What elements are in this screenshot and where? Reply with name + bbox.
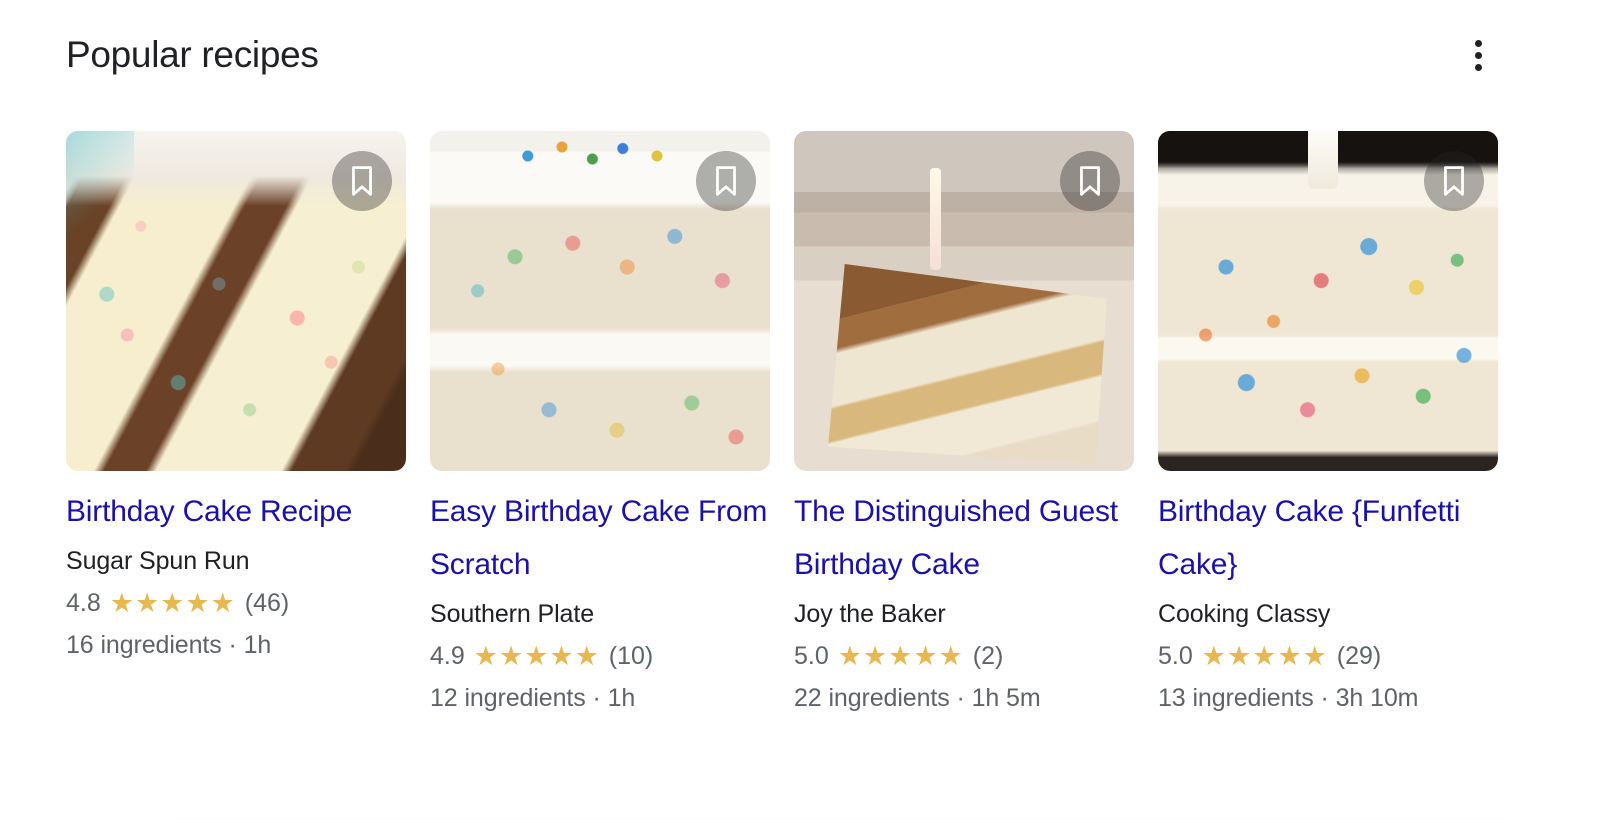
recipe-card[interactable]: Easy Birthday Cake From Scratch Southern…: [430, 131, 770, 715]
rating-count: (2): [972, 642, 1004, 670]
star-rating-icon: ★★★★★: [1201, 640, 1328, 671]
recipe-title-link[interactable]: Easy Birthday Cake From Scratch: [430, 485, 770, 591]
bookmark-icon[interactable]: [696, 151, 756, 211]
recipe-title-link[interactable]: The Distinguished Guest Birthday Cake: [794, 485, 1134, 591]
star-rating-icon: ★★★★★: [109, 587, 236, 618]
recipe-meta: 12 ingredients · 1h: [430, 684, 636, 712]
rating-count: (29): [1336, 642, 1382, 670]
rating-row: 4.9 ★★★★★ (10): [430, 640, 770, 672]
star-rating-icon: ★★★★★: [837, 640, 964, 671]
rating-row: 5.0 ★★★★★ (29): [1158, 640, 1498, 672]
rating-row: 4.8 ★★★★★ (46): [66, 587, 406, 619]
recipe-meta: 13 ingredients · 3h 10m: [1158, 684, 1419, 712]
rating-value: 4.8: [66, 589, 101, 617]
star-rating-icon: ★★★★★: [473, 640, 600, 671]
panel-header: Popular recipes: [0, 0, 1600, 110]
recipe-thumbnail[interactable]: [1158, 131, 1498, 471]
bookmark-icon[interactable]: [1060, 151, 1120, 211]
recipe-card-body: Birthday Cake {Funfetti Cake} Cooking Cl…: [1158, 471, 1498, 715]
dot: [1474, 63, 1482, 71]
rating-row: 5.0 ★★★★★ (2): [794, 640, 1134, 672]
recipe-thumbnail[interactable]: [66, 131, 406, 471]
bookmark-icon[interactable]: [332, 151, 392, 211]
recipe-meta: 22 ingredients · 1h 5m: [794, 684, 1041, 712]
page-title: Popular recipes: [66, 34, 319, 75]
recipe-card[interactable]: Birthday Cake {Funfetti Cake} Cooking Cl…: [1158, 131, 1498, 715]
recipe-source: Joy the Baker: [794, 600, 946, 628]
recipe-source: Sugar Spun Run: [66, 547, 250, 575]
recipe-card-body: Easy Birthday Cake From Scratch Southern…: [430, 471, 770, 715]
recipe-title-link[interactable]: Birthday Cake Recipe: [66, 485, 406, 538]
recipe-title-link[interactable]: Birthday Cake {Funfetti Cake}: [1158, 485, 1498, 591]
rating-value: 5.0: [1158, 642, 1193, 670]
popular-recipes-panel: Popular recipes Birthday Cake Recipe Sug…: [0, 0, 1600, 823]
bottom-divider: [170, 818, 1510, 819]
dot: [1474, 51, 1482, 59]
rating-count: (10): [608, 642, 654, 670]
rating-value: 4.9: [430, 642, 465, 670]
recipe-card[interactable]: The Distinguished Guest Birthday Cake Jo…: [794, 131, 1134, 715]
recipe-meta: 16 ingredients · 1h: [66, 631, 272, 659]
rating-count: (46): [244, 589, 290, 617]
bookmark-icon[interactable]: [1424, 151, 1484, 211]
more-options-icon[interactable]: [1456, 33, 1500, 77]
recipe-card-body: The Distinguished Guest Birthday Cake Jo…: [794, 471, 1134, 715]
recipe-source: Cooking Classy: [1158, 600, 1331, 628]
recipe-card[interactable]: Birthday Cake Recipe Sugar Spun Run 4.8 …: [66, 131, 406, 715]
recipe-source: Southern Plate: [430, 600, 594, 628]
recipe-card-body: Birthday Cake Recipe Sugar Spun Run 4.8 …: [66, 471, 406, 662]
rating-value: 5.0: [794, 642, 829, 670]
recipe-thumbnail[interactable]: [430, 131, 770, 471]
dot: [1474, 39, 1482, 47]
recipe-card-list: Birthday Cake Recipe Sugar Spun Run 4.8 …: [66, 131, 1600, 715]
recipe-thumbnail[interactable]: [794, 131, 1134, 471]
